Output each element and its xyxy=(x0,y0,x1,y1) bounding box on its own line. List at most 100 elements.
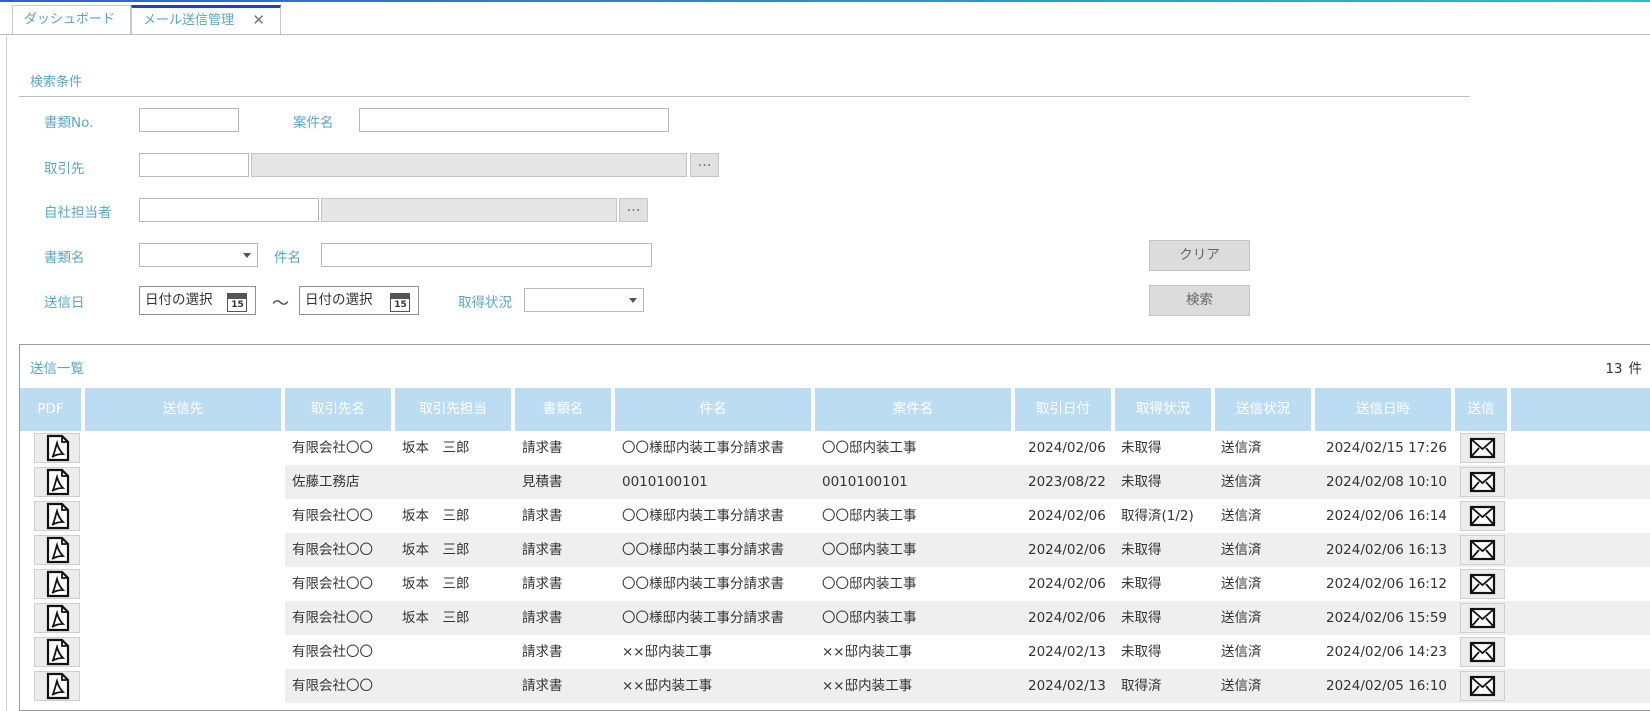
subject-input[interactable] xyxy=(321,243,652,267)
cell-subject: 〇〇様邸内装工事分請求書 xyxy=(622,440,784,456)
send-date-label: 送信日 xyxy=(44,295,85,311)
pdf-icon[interactable] xyxy=(34,569,80,599)
cell-project: 〇〇邸内装工事 xyxy=(822,576,917,592)
pdf-icon[interactable] xyxy=(34,433,80,463)
cell-doc: 請求書 xyxy=(522,440,563,456)
col-subject[interactable]: 件名 xyxy=(615,388,815,431)
cell-doc: 請求書 xyxy=(522,644,563,660)
cell-project: ××邸内装工事 xyxy=(822,644,913,660)
cell-sent-at: 2024/02/08 10:10 xyxy=(1326,474,1448,490)
col-pdf[interactable]: PDF xyxy=(20,388,85,431)
col-recipient[interactable]: 送信先 xyxy=(85,388,285,431)
pdf-icon[interactable] xyxy=(34,637,80,667)
count-value: 13 xyxy=(1605,361,1623,377)
col-sent-at[interactable]: 送信日時 xyxy=(1315,388,1455,431)
cell-date: 2024/02/06 xyxy=(1028,440,1106,456)
cell-send-status: 送信済 xyxy=(1221,474,1262,490)
table-row[interactable]: 有限会社〇〇 坂本 三郎 請求書 〇〇様邸内装工事分請求書 〇〇邸内装工事 2024/02… xyxy=(20,567,1650,601)
doc-name-select[interactable] xyxy=(139,243,258,267)
cell-subject: 〇〇様邸内装工事分請求書 xyxy=(622,576,784,592)
mail-icon[interactable] xyxy=(1460,671,1505,701)
cell-send-status: 送信済 xyxy=(1221,576,1262,592)
client-label: 取引先 xyxy=(44,161,85,177)
tab-dashboard[interactable]: ダッシュボード xyxy=(12,5,131,34)
tab-label: ダッシュボード xyxy=(24,12,116,27)
count-unit: 件 xyxy=(1628,361,1643,377)
col-doc-name[interactable]: 書類名 xyxy=(515,388,615,431)
pdf-icon[interactable] xyxy=(34,603,80,633)
divider xyxy=(19,96,1470,97)
calendar-day: 15 xyxy=(231,300,244,310)
calendar-day: 15 xyxy=(394,300,407,310)
pdf-icon[interactable] xyxy=(34,671,80,701)
mail-icon[interactable] xyxy=(1460,501,1505,531)
cell-subject: ××邸内装工事 xyxy=(622,644,713,660)
cell-doc: 請求書 xyxy=(522,508,563,524)
project-input[interactable] xyxy=(359,108,669,132)
cell-project: 〇〇邸内装工事 xyxy=(822,508,917,524)
col-send-status[interactable]: 送信状況 xyxy=(1215,388,1315,431)
cell-date: 2024/02/06 xyxy=(1028,508,1106,524)
col-fetch-status[interactable]: 取得状況 xyxy=(1115,388,1215,431)
date-from-input[interactable]: 日付の選択 15 xyxy=(139,286,256,315)
status-select[interactable] xyxy=(524,288,644,312)
pdf-icon[interactable] xyxy=(34,467,80,497)
cell-status: 未取得 xyxy=(1121,474,1162,490)
content-border xyxy=(6,34,7,711)
mail-icon[interactable] xyxy=(1460,535,1505,565)
cell-client: 有限会社〇〇 xyxy=(292,678,373,694)
col-client[interactable]: 取引先名 xyxy=(285,388,395,431)
col-send[interactable]: 送信 xyxy=(1455,388,1511,431)
clear-button[interactable]: クリア xyxy=(1149,240,1250,271)
cell-project: 〇〇邸内装工事 xyxy=(822,610,917,626)
table-row[interactable]: 有限会社〇〇 請求書 ××邸内装工事 ××邸内装工事 2024/02/13 未取得 送信済 2… xyxy=(20,635,1650,669)
mail-icon[interactable] xyxy=(1460,467,1505,497)
close-icon[interactable]: ✕ xyxy=(252,8,265,33)
subject-label: 件名 xyxy=(274,250,301,266)
table-row[interactable]: 有限会社〇〇 坂本 三郎 請求書 〇〇様邸内装工事分請求書 〇〇邸内装工事 2024/02… xyxy=(20,533,1650,567)
send-list-panel: 送信一覧 13 件 PDF 送信先 取引先名 取引先担当 書類名 件名 案件名 取… xyxy=(19,344,1650,711)
col-trade-date[interactable]: 取引日付 xyxy=(1015,388,1115,431)
date-to-placeholder: 日付の選択 xyxy=(305,292,373,308)
cell-send-status: 送信済 xyxy=(1221,440,1262,456)
table-row[interactable]: 有限会社〇〇 坂本 三郎 請求書 〇〇様邸内装工事分請求書 〇〇邸内装工事 2024/02… xyxy=(20,499,1650,533)
tab-mail-send-management[interactable]: メール送信管理 ✕ xyxy=(131,5,281,34)
mail-icon[interactable] xyxy=(1460,637,1505,667)
calendar-icon[interactable]: 15 xyxy=(227,293,247,312)
table-row[interactable]: 佐藤工務店 見積書 0010100101 0010100101 2023/08/22 未取… xyxy=(20,465,1650,499)
cell-project: 〇〇邸内装工事 xyxy=(822,542,917,558)
mail-icon[interactable] xyxy=(1460,433,1505,463)
cell-sent-at: 2024/02/06 16:13 xyxy=(1326,542,1448,558)
cell-client: 有限会社〇〇 xyxy=(292,508,373,524)
cell-status: 取得済 xyxy=(1121,678,1162,694)
table-row[interactable]: 有限会社〇〇 請求書 ××邸内装工事 ××邸内装工事 2024/02/13 取得済 送信済 2… xyxy=(20,669,1650,703)
mail-icon[interactable] xyxy=(1460,569,1505,599)
client-lookup-button[interactable]: … xyxy=(690,153,719,177)
date-to-input[interactable]: 日付の選択 15 xyxy=(299,286,419,315)
cell-client: 有限会社〇〇 xyxy=(292,610,373,626)
cell-sent-at: 2024/02/06 16:14 xyxy=(1326,508,1448,524)
cell-client: 有限会社〇〇 xyxy=(292,440,373,456)
pdf-icon[interactable] xyxy=(34,501,80,531)
calendar-icon[interactable]: 15 xyxy=(390,293,410,312)
col-project[interactable]: 案件名 xyxy=(815,388,1015,431)
mail-icon[interactable] xyxy=(1460,603,1505,633)
staff-label: 自社担当者 xyxy=(44,205,112,221)
cell-doc: 見積書 xyxy=(522,474,563,490)
table-row[interactable]: 有限会社〇〇 坂本 三郎 請求書 〇〇様邸内装工事分請求書 〇〇邸内装工事 2024/02… xyxy=(20,601,1650,635)
cell-contact: 坂本 三郎 xyxy=(402,610,470,626)
staff-code-input[interactable] xyxy=(139,198,319,222)
search-button[interactable]: 検索 xyxy=(1149,285,1250,316)
staff-lookup-button[interactable]: … xyxy=(619,198,648,222)
cell-date: 2024/02/06 xyxy=(1028,610,1106,626)
cell-date: 2023/08/22 xyxy=(1028,474,1106,490)
client-code-input[interactable] xyxy=(139,153,249,177)
table-row[interactable]: 有限会社〇〇 坂本 三郎 請求書 〇〇様邸内装工事分請求書 〇〇邸内装工事 2024/02… xyxy=(20,431,1650,465)
project-label: 案件名 xyxy=(293,115,334,131)
doc-no-input[interactable] xyxy=(139,108,239,132)
cell-client: 有限会社〇〇 xyxy=(292,644,373,660)
cell-contact: 坂本 三郎 xyxy=(402,508,470,524)
col-contact[interactable]: 取引先担当 xyxy=(395,388,515,431)
client-name-field xyxy=(251,153,687,177)
pdf-icon[interactable] xyxy=(34,535,80,565)
